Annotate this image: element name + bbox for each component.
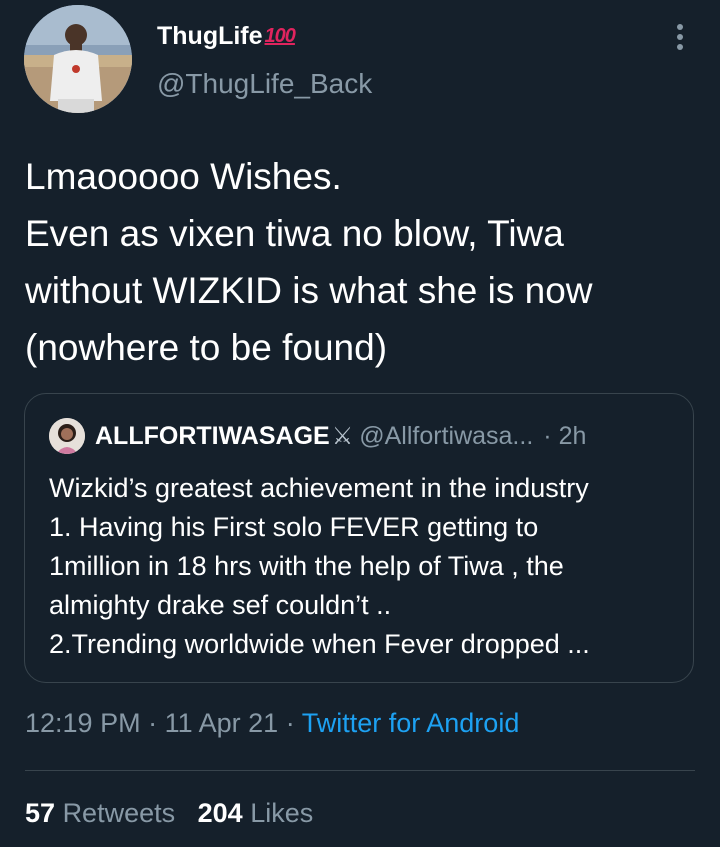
quoted-time-separator: · [543, 421, 552, 450]
divider [25, 770, 695, 771]
quoted-line: 1. Having his First solo FEVER getting t… [49, 512, 539, 542]
quoted-avatar-photo [49, 418, 85, 454]
quoted-author-handle: @Allfortiwasa... [359, 421, 534, 450]
author-display-name[interactable]: ThugLife 100 [157, 22, 296, 51]
crossed-swords-icon: ⚔ [331, 422, 354, 450]
tweet-date: 11 Apr 21 [164, 708, 279, 738]
hundred-points-icon: 100 [264, 25, 296, 47]
likes-label: Likes [250, 798, 314, 828]
quoted-line: 1million in 18 hrs with the help of Tiwa… [49, 551, 564, 581]
quoted-author-avatar [49, 418, 85, 454]
vertical-ellipsis-icon [677, 24, 683, 30]
more-options-button[interactable] [668, 20, 692, 54]
avatar-photo [24, 5, 132, 113]
quoted-tweet-header: ALLFORTIWASAGE ⚔ @Allfortiwasa... · 2h [49, 418, 586, 454]
tweet-stats: 57 Retweets 204 Likes [25, 798, 313, 829]
meta-separator: · [285, 708, 295, 738]
quoted-line: Wizkid’s greatest achievement in the ind… [49, 473, 589, 503]
tweet-line: Lmaooooo Wishes. [25, 156, 342, 197]
tweet-time: 12:19 PM [25, 708, 141, 738]
author-handle[interactable]: @ThugLife_Back [157, 68, 372, 100]
quoted-tweet-text: Wizkid’s greatest achievement in the ind… [49, 469, 679, 664]
tweet-line: without WIZKID is what she is now [25, 270, 593, 311]
retweets-stat[interactable]: 57 Retweets [25, 798, 175, 828]
tweet-source-link[interactable]: Twitter for Android [302, 708, 520, 738]
quoted-tweet-card[interactable]: ALLFORTIWASAGE ⚔ @Allfortiwasa... · 2h W… [24, 393, 694, 683]
author-avatar[interactable] [24, 5, 132, 113]
quoted-line: almighty drake sef couldn’t .. [49, 590, 392, 620]
quoted-time-value: 2h [558, 421, 587, 450]
likes-stat[interactable]: 204 Likes [198, 798, 314, 828]
quoted-author-name: ALLFORTIWASAGE [95, 421, 330, 450]
retweets-count: 57 [25, 798, 56, 828]
quoted-timestamp: · 2h [543, 422, 586, 451]
tweet-line: (nowhere to be found) [25, 327, 388, 368]
likes-count: 204 [197, 798, 243, 828]
tweet-line: Even as vixen tiwa no blow, Tiwa [25, 213, 564, 254]
retweets-label: Retweets [62, 798, 176, 828]
meta-separator: · [148, 708, 158, 738]
tweet-text: Lmaooooo Wishes. Even as vixen tiwa no b… [25, 148, 705, 376]
display-name-text: ThugLife [157, 22, 263, 50]
quoted-line: 2.Trending worldwide when Fever dropped … [49, 629, 590, 659]
tweet-meta: 12:19 PM · 11 Apr 21 · Twitter for Andro… [25, 708, 519, 739]
